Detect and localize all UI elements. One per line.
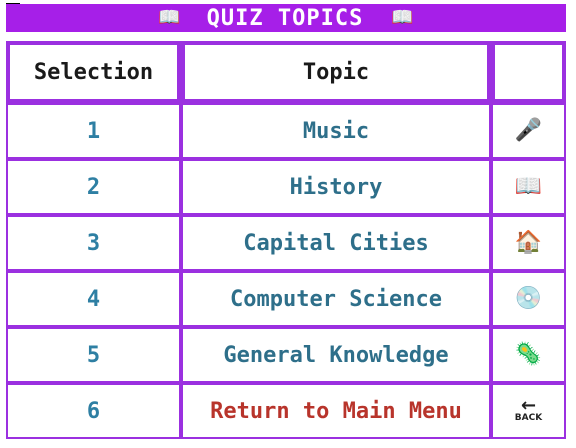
header-selection: Selection (6, 41, 181, 103)
header-topic: Topic (181, 41, 491, 103)
icon-cell: 💿 (491, 271, 566, 327)
table-row[interactable]: 3 Capital Cities 🏠 (6, 215, 566, 271)
selection-cell[interactable]: 5 (6, 327, 181, 383)
selection-cell[interactable]: 2 (6, 159, 181, 215)
icon-cell: 📖 (491, 159, 566, 215)
icon-cell: 🦠 (491, 327, 566, 383)
table-row[interactable]: 4 Computer Science 💿 (6, 271, 566, 327)
table-row[interactable]: 6 Return to Main Menu ← BACK (6, 383, 566, 439)
topic-cell[interactable]: Return to Main Menu (181, 383, 491, 439)
book-icon: 📖 (158, 7, 181, 28)
book-icon: 📖 (391, 7, 414, 28)
topic-capital-cities[interactable]: Capital Cities (243, 231, 428, 256)
icon-cell: ← BACK (491, 383, 566, 439)
topic-music[interactable]: Music (303, 119, 369, 144)
table-row[interactable]: 5 General Knowledge 🦠 (6, 327, 566, 383)
disc-icon: 💿 (514, 286, 543, 311)
selection-cell[interactable]: 1 (6, 103, 181, 159)
topic-return-to-main-menu[interactable]: Return to Main Menu (210, 399, 462, 424)
book-icon: 📖 (514, 174, 543, 199)
header-icon (491, 41, 566, 103)
selection-cell[interactable]: 4 (6, 271, 181, 327)
icon-cell: 🎤 (491, 103, 566, 159)
selection-cell[interactable]: 6 (6, 383, 181, 439)
title-bar: 📖 QUIZ TOPICS 📖 (6, 4, 566, 32)
topic-cell[interactable]: Capital Cities (181, 215, 491, 271)
table-header-row: Selection Topic (6, 41, 566, 103)
icon-cell: 🏠 (491, 215, 566, 271)
topic-computer-science[interactable]: Computer Science (230, 287, 442, 312)
topic-cell[interactable]: History (181, 159, 491, 215)
microbe-icon: 🦠 (514, 342, 543, 367)
page-title: QUIZ TOPICS (206, 5, 364, 31)
topic-cell[interactable]: Computer Science (181, 271, 491, 327)
table-row[interactable]: 1 Music 🎤 (6, 103, 566, 159)
topic-cell[interactable]: Music (181, 103, 491, 159)
topic-general-knowledge[interactable]: General Knowledge (223, 343, 448, 368)
selection-cell[interactable]: 3 (6, 215, 181, 271)
quiz-topics-table: Selection Topic 1 Music 🎤 2 History 📖 3 … (6, 41, 566, 439)
back-arrow-icon: ← BACK (514, 395, 543, 424)
table-row[interactable]: 2 History 📖 (6, 159, 566, 215)
house-icon: 🏠 (514, 230, 543, 255)
topic-cell[interactable]: General Knowledge (181, 327, 491, 383)
microphone-icon: 🎤 (514, 118, 543, 143)
topic-history[interactable]: History (290, 175, 383, 200)
